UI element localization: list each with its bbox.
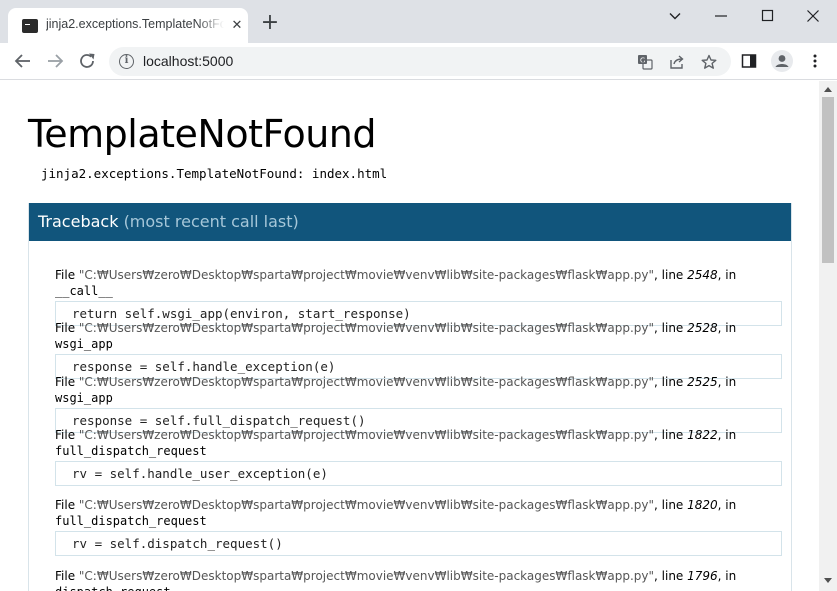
traceback-frame[interactable]: File "C:₩Users₩zero₩Desktop₩sparta₩proje… <box>55 267 782 326</box>
page-scrollbar[interactable] <box>819 81 837 591</box>
frame-file: "C:₩Users₩zero₩Desktop₩sparta₩project₩mo… <box>78 569 655 583</box>
frame-location: File "C:₩Users₩zero₩Desktop₩sparta₩proje… <box>55 498 737 528</box>
close-window-icon[interactable] <box>806 9 820 23</box>
address-bar[interactable]: i localhost:5000 G <box>109 47 731 76</box>
scroll-up-arrow-icon[interactable] <box>824 87 832 92</box>
frame-location: File "C:₩Users₩zero₩Desktop₩sparta₩proje… <box>55 375 737 405</box>
star-icon[interactable] <box>701 54 717 70</box>
frame-line-number: 2528 <box>687 321 718 335</box>
translate-icon[interactable]: G <box>637 54 653 70</box>
browser-tab-active[interactable]: jinja2.exceptions.TemplateNotFound: inde… <box>8 8 248 43</box>
chevron-down-icon[interactable] <box>668 9 682 23</box>
frame-location: File "C:₩Users₩zero₩Desktop₩sparta₩proje… <box>55 268 737 298</box>
frame-line-number: 1820 <box>687 498 718 512</box>
page-viewport: TemplateNotFound jinja2.exceptions.Templ… <box>0 81 819 591</box>
frame-file: "C:₩Users₩zero₩Desktop₩sparta₩project₩mo… <box>78 498 655 512</box>
frame-file: "C:₩Users₩zero₩Desktop₩sparta₩project₩mo… <box>78 268 655 282</box>
tab-strip: jinja2.exceptions.TemplateNotFound: inde… <box>0 0 837 43</box>
page-title: TemplateNotFound <box>28 112 377 156</box>
scroll-down-arrow-icon[interactable] <box>824 578 832 583</box>
frame-line-number: 1796 <box>687 569 718 583</box>
maximize-icon[interactable] <box>761 9 775 23</box>
tab-close-icon[interactable]: ✕ <box>230 19 244 33</box>
minimize-icon[interactable] <box>714 9 728 23</box>
frame-location: File "C:₩Users₩zero₩Desktop₩sparta₩proje… <box>55 428 737 458</box>
url-text[interactable]: localhost:5000 <box>143 53 233 69</box>
traceback-frame[interactable]: File "C:₩Users₩zero₩Desktop₩sparta₩proje… <box>55 497 782 556</box>
frame-function: dispatch_request <box>55 585 171 591</box>
frame-location: File "C:₩Users₩zero₩Desktop₩sparta₩proje… <box>55 568 782 591</box>
frame-code[interactable]: rv = self.dispatch_request() <box>55 531 782 556</box>
frame-line-number: 1822 <box>687 428 718 442</box>
arrow-left-icon[interactable] <box>12 50 34 72</box>
terminal-icon <box>22 19 38 33</box>
traceback-title: Traceback <box>38 212 119 231</box>
frame-line-number: 2548 <box>687 268 718 282</box>
frame-line-number: 2525 <box>687 375 718 389</box>
tab-title: jinja2.exceptions.TemplateNotFound: inde… <box>46 17 224 31</box>
share-icon[interactable] <box>669 54 685 70</box>
frame-function: full_dispatch_request <box>55 444 207 458</box>
scrollbar-thumb[interactable] <box>822 97 834 263</box>
info-icon[interactable]: i <box>119 54 134 69</box>
frame-location: File "C:₩Users₩zero₩Desktop₩sparta₩proje… <box>55 321 737 351</box>
error-message: jinja2.exceptions.TemplateNotFound: inde… <box>41 166 388 181</box>
frame-code[interactable]: rv = self.handle_user_exception(e) <box>55 461 782 486</box>
frame-file: "C:₩Users₩zero₩Desktop₩sparta₩project₩mo… <box>78 375 655 389</box>
frame-file: "C:₩Users₩zero₩Desktop₩sparta₩project₩mo… <box>78 321 655 335</box>
traceback-frame[interactable]: File "C:₩Users₩zero₩Desktop₩sparta₩proje… <box>55 320 782 379</box>
kebab-menu-icon[interactable] <box>807 53 823 69</box>
traceback-frame[interactable]: File "C:₩Users₩zero₩Desktop₩sparta₩proje… <box>55 568 782 591</box>
frame-function: __call__ <box>55 284 113 298</box>
new-tab-button[interactable]: + <box>260 12 280 34</box>
reload-icon[interactable] <box>76 50 98 72</box>
frame-function: wsgi_app <box>55 391 113 405</box>
traceback-frame[interactable]: File "C:₩Users₩zero₩Desktop₩sparta₩proje… <box>55 374 782 433</box>
arrow-right-icon[interactable] <box>44 50 66 72</box>
side-panel-icon[interactable] <box>741 53 757 69</box>
traceback-note: (most recent call last) <box>123 212 299 231</box>
frame-function: wsgi_app <box>55 337 113 351</box>
profile-icon[interactable] <box>771 50 793 72</box>
traceback-panel: Traceback (most recent call last) File "… <box>28 203 792 591</box>
browser-toolbar: i localhost:5000 G <box>0 43 837 80</box>
frame-function: full_dispatch_request <box>55 514 207 528</box>
frame-file: "C:₩Users₩zero₩Desktop₩sparta₩project₩mo… <box>78 428 655 442</box>
traceback-frame[interactable]: File "C:₩Users₩zero₩Desktop₩sparta₩proje… <box>55 427 782 486</box>
traceback-header[interactable]: Traceback (most recent call last) <box>29 203 791 241</box>
